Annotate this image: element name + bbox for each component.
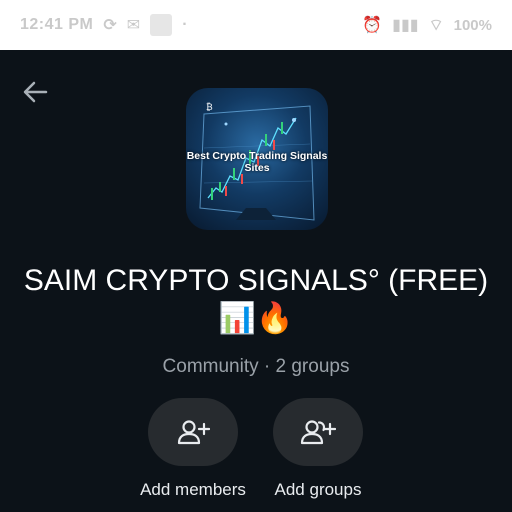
sync-icon: ⟳: [103, 17, 117, 34]
battery-level: 100%: [453, 16, 492, 34]
app-notification-icon: [150, 14, 173, 36]
add-group-icon: [300, 420, 336, 445]
svg-text:₿: ₿: [206, 102, 213, 113]
add-groups-action[interactable]: Add groups: [243, 398, 393, 500]
add-person-icon: [177, 420, 210, 445]
status-time: 12:41 PM: [20, 16, 94, 33]
community-title: SAIM CRYPTO SIGNALS° (FREE)📊🔥: [23, 264, 489, 335]
arrow-left-icon: [23, 81, 48, 103]
dot-icon: ·: [182, 16, 188, 33]
add-groups-button[interactable]: [273, 398, 363, 466]
community-avatar[interactable]: ₿ Best Crypto Trading Signals Sites: [186, 88, 328, 230]
back-button[interactable]: [18, 76, 52, 108]
add-members-button[interactable]: [148, 398, 238, 466]
signal-icon: ▮▮▮: [392, 17, 419, 34]
alarm-icon: ⏰: [362, 17, 383, 34]
wifi-icon: ⌔: [428, 17, 444, 34]
avatar-heading: Best Crypto Trading Signals Sites: [186, 150, 328, 174]
add-groups-label: Add groups: [274, 480, 362, 499]
community-subtitle: Community · 2 groups: [162, 356, 350, 377]
status-bar: 12:41 PM ⟳ ✉ · ⏰ ▮▮▮ ⌔ 100%: [0, 0, 512, 50]
notification-icon: ✉: [126, 17, 141, 34]
